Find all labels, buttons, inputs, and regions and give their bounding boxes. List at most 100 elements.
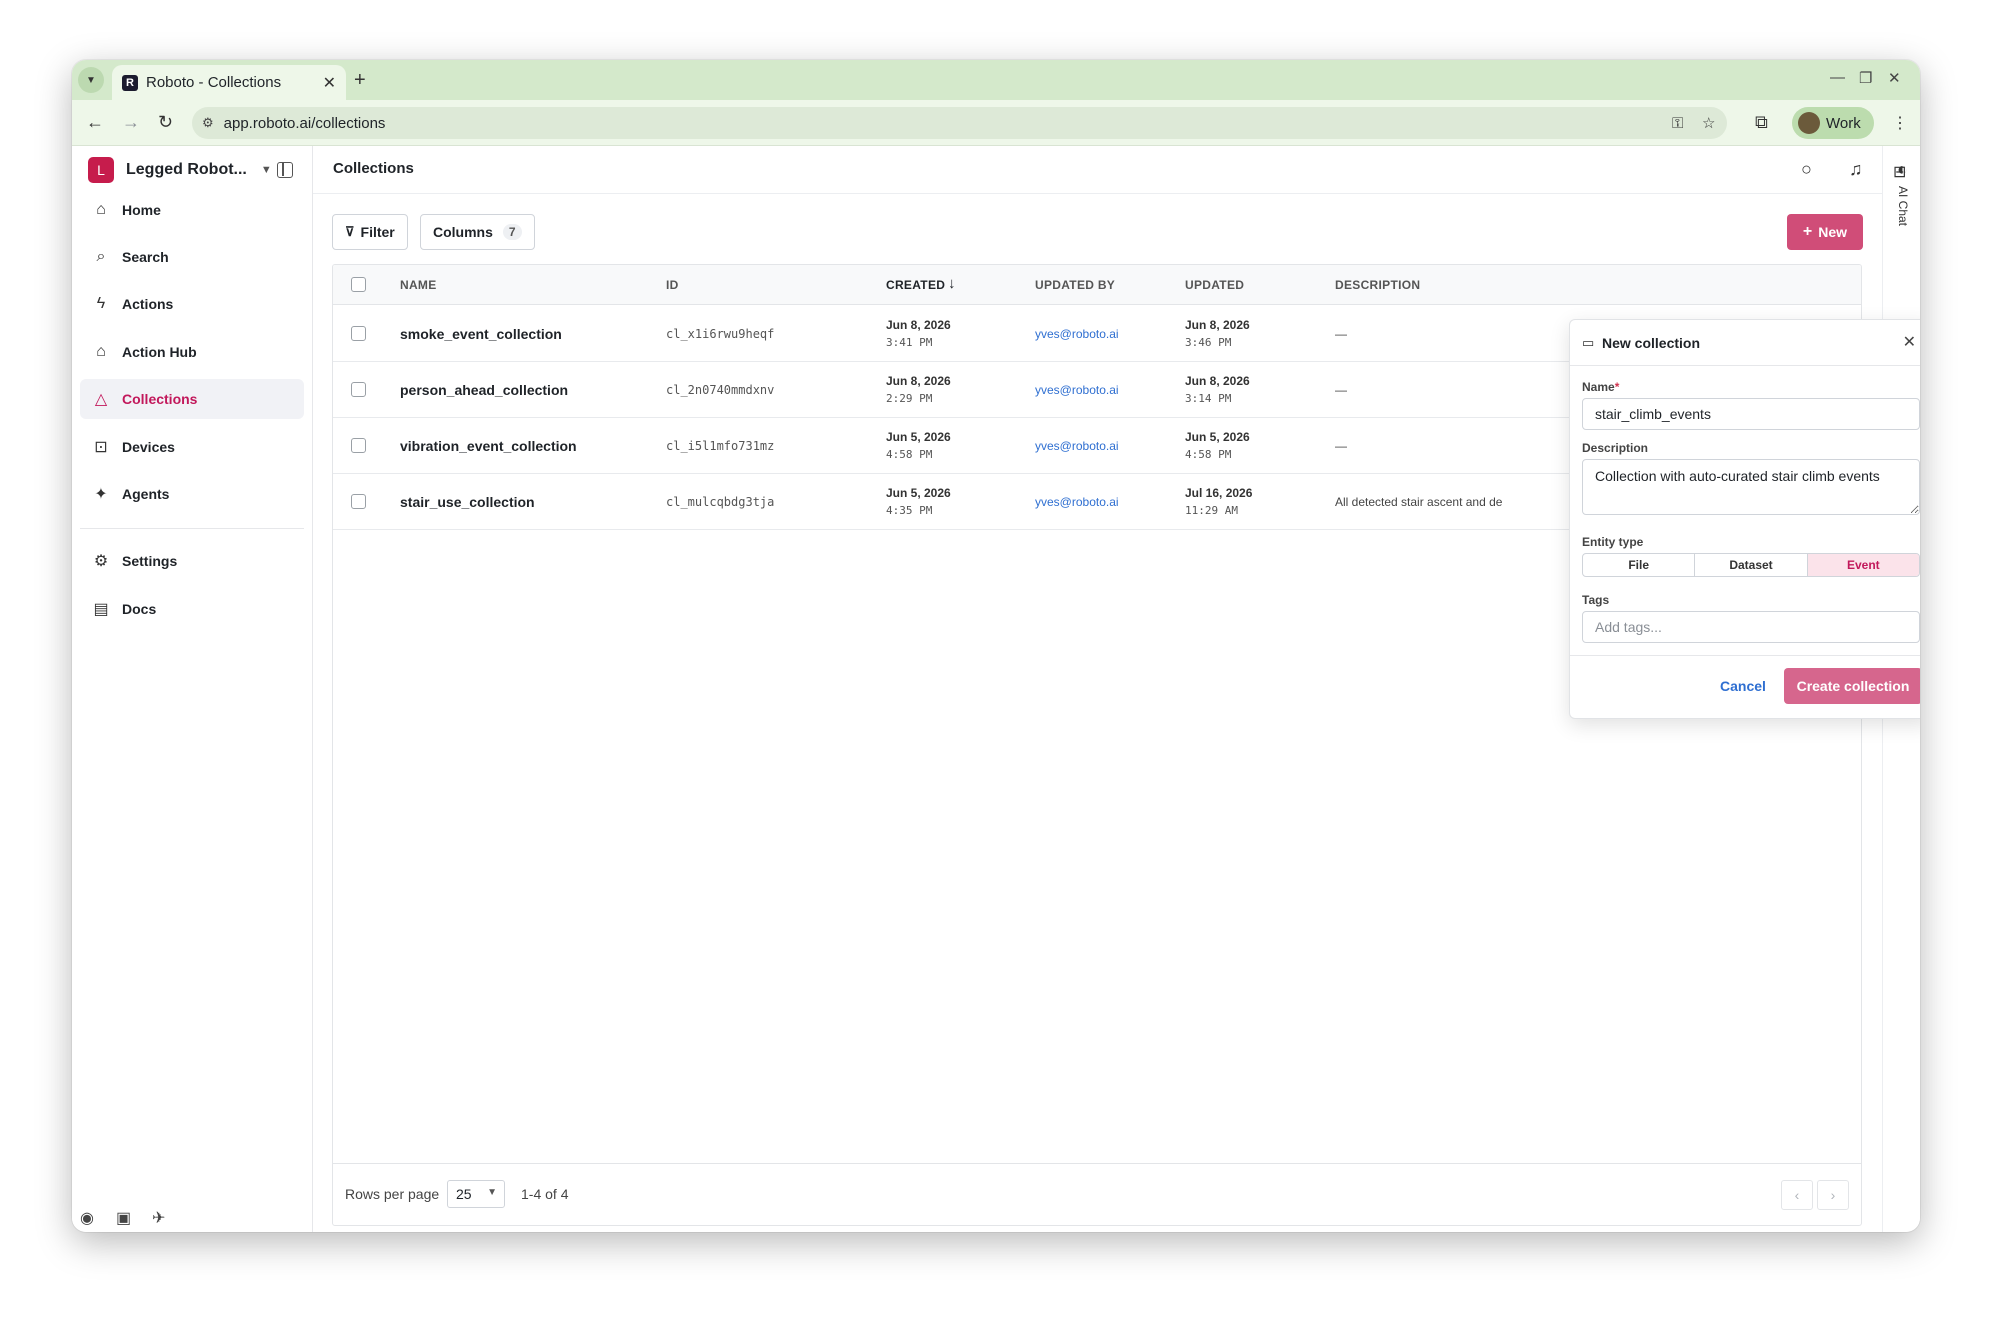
sidebar-item-collections[interactable]: △ Collections (80, 379, 304, 419)
close-tab-icon[interactable]: ✕ (323, 73, 336, 93)
minimize-icon[interactable]: — (1830, 69, 1845, 86)
site-settings-icon[interactable]: ⚙ (202, 115, 214, 131)
entity-type-dataset[interactable]: Dataset (1695, 554, 1808, 576)
filter-label: Filter (360, 224, 395, 240)
linkedin-icon[interactable]: ▣ (116, 1208, 131, 1228)
columns-button[interactable]: Columns 7 (420, 214, 535, 250)
org-switcher[interactable]: L Legged Robot... ▼ (88, 156, 272, 184)
row-checkbox[interactable] (351, 494, 366, 509)
twitter-icon[interactable]: ✈ (152, 1208, 165, 1228)
previous-page-button[interactable]: ‹ (1781, 1180, 1813, 1210)
sidebar-item-search[interactable]: ⌕ Search (80, 237, 304, 277)
browser-menu-icon[interactable]: ⋮ (1892, 113, 1908, 133)
description-field[interactable]: Collection with auto-curated stair climb… (1582, 459, 1920, 515)
select-all-checkbox[interactable] (351, 277, 366, 292)
close-window-icon[interactable]: ✕ (1888, 69, 1901, 87)
updated-by-link[interactable]: yves@roboto.ai (1035, 383, 1119, 397)
entity-type-segmented-control: File Dataset Event (1582, 553, 1920, 577)
cancel-button[interactable]: Cancel (1720, 678, 1766, 694)
github-icon[interactable]: ◉ (80, 1208, 94, 1228)
filter-button[interactable]: ⊽ Filter (332, 214, 408, 250)
bot-icon: ⊟ (1893, 164, 1907, 181)
sidebar-item-docs[interactable]: ▤ Docs (80, 589, 304, 629)
updated-cell: Jun 8, 2026 3:46 PM (1185, 316, 1250, 352)
required-mark: * (1614, 380, 1620, 394)
updated-date: Jun 8, 2026 (1185, 318, 1250, 332)
plus-icon: + (1802, 223, 1813, 240)
ai-chat-label: AI Chat (1896, 186, 1910, 227)
updated-cell: Jun 8, 2026 3:14 PM (1185, 372, 1250, 408)
org-name: Legged Robot... (126, 161, 247, 178)
updated-by-link[interactable]: yves@roboto.ai (1035, 327, 1119, 341)
chevron-down-icon: ▼ (86, 74, 96, 86)
collection-name[interactable]: vibration_event_collection (400, 438, 577, 454)
sidebar-item-home[interactable]: ⌂ Home (80, 190, 304, 230)
sidebar-item-settings[interactable]: ⚙ Settings (80, 541, 304, 581)
search-icon[interactable]: ○ (1801, 159, 1812, 180)
row-checkbox[interactable] (351, 326, 366, 341)
url-text: app.roboto.ai/collections (223, 114, 386, 132)
updated-by-link[interactable]: yves@roboto.ai (1035, 495, 1119, 509)
profile-chip[interactable]: Work (1792, 107, 1874, 139)
created-time: 4:58 PM (886, 448, 933, 461)
sidebar-item-label: Devices (122, 439, 175, 455)
sort-arrow-down-icon[interactable]: ↓ (948, 275, 956, 292)
column-header-name[interactable]: NAME (400, 278, 437, 292)
reload-icon[interactable]: ↻ (158, 112, 173, 133)
column-header-updated-by[interactable]: UPDATED BY (1035, 278, 1115, 292)
sidebar-item-label: Agents (122, 486, 170, 502)
extensions-icon[interactable]: ⧉ (1755, 112, 1768, 133)
new-label: New (1818, 224, 1848, 240)
new-tab-icon[interactable]: + (354, 69, 366, 92)
browser-tab[interactable]: R Roboto - Collections ✕ (112, 65, 346, 100)
bell-icon[interactable]: ♫ (1849, 159, 1863, 180)
column-header-updated[interactable]: UPDATED (1185, 278, 1244, 292)
address-bar[interactable]: ⚙ app.roboto.ai/collections ⚿ ☆ (192, 107, 1727, 139)
collection-name[interactable]: smoke_event_collection (400, 326, 562, 342)
forward-icon[interactable]: → (122, 112, 140, 133)
restore-icon[interactable]: ❐ (1859, 69, 1872, 87)
sidebar-item-agents[interactable]: ✦ Agents (80, 474, 304, 514)
updated-cell: Jul 16, 2026 11:29 AM (1185, 484, 1252, 520)
sidebar-item-action-hub[interactable]: ⌂ Action Hub (80, 332, 304, 372)
column-header-id[interactable]: ID (666, 278, 679, 292)
row-checkbox[interactable] (351, 382, 366, 397)
new-button[interactable]: + New (1787, 214, 1863, 250)
create-collection-button[interactable]: Create collection (1784, 668, 1920, 704)
tab-search-button[interactable]: ▼ (78, 67, 104, 93)
sidebar-item-actions[interactable]: ϟ Actions (80, 284, 304, 324)
rows-per-page-select[interactable]: 25 ▼ (447, 1180, 505, 1208)
collapse-sidebar-icon[interactable] (277, 162, 293, 178)
close-icon[interactable]: ✕ (1903, 332, 1916, 352)
sidebar-item-label: Collections (122, 391, 198, 407)
folder-icon: ▭ (1582, 335, 1595, 350)
back-icon[interactable]: ← (86, 112, 104, 133)
created-cell: Jun 8, 2026 2:29 PM (886, 372, 951, 408)
column-header-description[interactable]: DESCRIPTION (1335, 278, 1420, 292)
collection-name[interactable]: stair_use_collection (400, 494, 535, 510)
sidebar-divider (80, 528, 304, 529)
entity-type-event[interactable]: Event (1807, 554, 1919, 576)
next-page-button[interactable]: › (1817, 1180, 1849, 1210)
row-checkbox[interactable] (351, 438, 366, 453)
entity-type-file[interactable]: File (1583, 554, 1696, 576)
table-header: NAME ID CREATED ↓ UPDATED BY UPDATED DES… (333, 265, 1861, 305)
sidebar-item-label: Home (122, 202, 161, 218)
popover-title: New collection (1602, 335, 1701, 351)
search-icon: ⌕ (96, 248, 106, 265)
collection-name[interactable]: person_ahead_collection (400, 382, 568, 398)
password-key-icon[interactable]: ⚿ (1672, 107, 1683, 139)
updated-by-link[interactable]: yves@roboto.ai (1035, 439, 1119, 453)
entity-type-label: Entity type (1582, 535, 1644, 549)
app: L Legged Robot... ▼ ⌂ Home ⌕ Search ϟ Ac… (72, 146, 1920, 1232)
updated-cell: Jun 5, 2026 4:58 PM (1185, 428, 1250, 464)
name-field[interactable] (1582, 398, 1920, 430)
popover-header: ▭ New collection ✕ (1570, 320, 1920, 366)
sidebar-item-devices[interactable]: ⊡ Devices (80, 427, 304, 467)
tags-input[interactable] (1582, 611, 1920, 643)
bookmark-star-icon[interactable]: ☆ (1702, 107, 1715, 139)
chevron-down-icon: ▼ (260, 164, 272, 176)
table-footer: Rows per page 25 ▼ 1-4 of 4 ‹ › (333, 1163, 1861, 1225)
name-label-text: Name (1582, 380, 1615, 394)
column-header-created[interactable]: CREATED (886, 278, 945, 292)
